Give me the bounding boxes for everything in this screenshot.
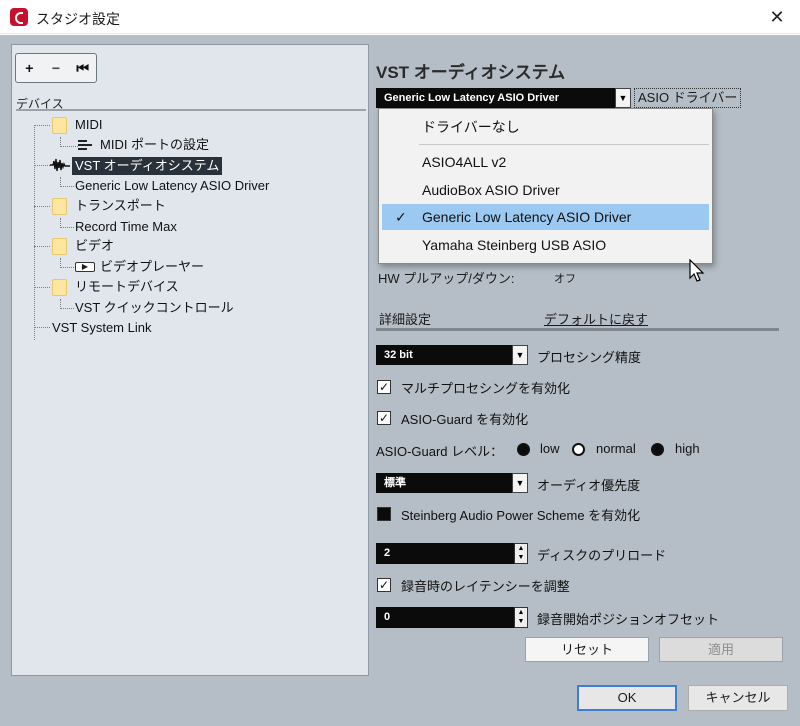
tree-connector — [34, 125, 50, 126]
dropdown-separator — [419, 144, 709, 145]
record-offset-value: 0 — [384, 611, 391, 623]
hw-pullup-label: HW プルアップ/ダウン: — [378, 271, 515, 286]
midi-port-icon — [78, 140, 94, 152]
audio-priority-value: 標準 — [384, 477, 406, 489]
asio-driver-label: ASIO ドライバー — [634, 88, 742, 108]
dropdown-option[interactable]: AudioBox ASIO Driver — [382, 177, 709, 203]
section-title: VST オーディオシステム — [376, 63, 566, 82]
tree-connector — [34, 125, 35, 340]
tree-connector — [34, 165, 50, 166]
window-title: スタジオ設定 — [36, 11, 120, 27]
record-latency-label: 録音時のレイテンシーを調整 — [401, 579, 570, 594]
chevron-down-icon[interactable]: ▼ — [512, 473, 528, 493]
tree-item-quick-control[interactable]: VST クイックコントロール — [75, 299, 234, 317]
dialog-body: + − ⏮ デバイス MIDI MIDI ポートの設定 VST オーディオシステ… — [0, 35, 800, 726]
stepper-arrows-icon[interactable]: ▲ ▼ — [514, 607, 528, 628]
tree-item-remote-devices[interactable]: リモートデバイス — [75, 278, 179, 296]
processing-precision-select[interactable]: 32 bit ▼ — [376, 345, 528, 365]
asio-guard-level-label: ASIO-Guard レベル： — [376, 444, 504, 459]
devices-divider — [16, 109, 366, 111]
record-latency-checkbox[interactable]: ✓ — [377, 578, 391, 592]
dropdown-option-label: Generic Low Latency ASIO Driver — [422, 209, 632, 225]
disk-preload-stepper[interactable]: 2 ▲ ▼ — [376, 543, 528, 564]
video-player-icon: ▶ — [75, 262, 95, 272]
dropdown-option[interactable]: ASIO4ALL v2 — [382, 149, 709, 175]
power-scheme-checkbox[interactable] — [377, 507, 391, 521]
tree-connector — [34, 327, 50, 328]
record-offset-stepper[interactable]: 0 ▲ ▼ — [376, 607, 528, 628]
multiprocessing-checkbox[interactable]: ✓ — [377, 380, 391, 394]
tree-connector — [34, 246, 50, 247]
stepper-arrows-icon[interactable]: ▲ ▼ — [514, 543, 528, 564]
disk-preload-value: 2 — [384, 547, 391, 559]
cancel-button[interactable]: キャンセル — [688, 685, 788, 711]
level-normal-radio[interactable] — [572, 443, 585, 456]
tree-connector — [60, 227, 74, 228]
multiprocessing-label: マルチプロセシングを有効化 — [401, 381, 571, 396]
record-offset-label: 録音開始ポジションオフセット — [537, 612, 720, 627]
chevron-down-icon[interactable]: ▼ — [615, 88, 631, 108]
folder-icon — [52, 198, 67, 215]
level-high-label: high — [675, 441, 700, 456]
title-bar: スタジオ設定 ✕ — [0, 0, 800, 34]
level-low-label: low — [540, 441, 560, 456]
asio-driver-value: Generic Low Latency ASIO Driver — [384, 92, 560, 104]
audio-priority-label: オーディオ優先度 — [537, 478, 641, 493]
dropdown-option[interactable]: ドライバーなし — [382, 114, 709, 140]
tree-connector — [60, 146, 78, 147]
asio-guard-checkbox[interactable]: ✓ — [377, 411, 391, 425]
processing-precision-value: 32 bit — [384, 349, 413, 361]
tree-item-system-link[interactable]: VST System Link — [52, 319, 151, 337]
cubase-app-icon — [10, 8, 28, 26]
tree-toolbar: + − ⏮ — [15, 53, 97, 83]
reset-button[interactable]: リセット — [525, 637, 649, 662]
folder-icon — [52, 117, 67, 134]
checkmark-icon: ✓ — [395, 209, 407, 225]
apply-button[interactable]: 適用 — [659, 637, 783, 662]
level-high-radio[interactable] — [651, 443, 664, 456]
level-low-radio[interactable] — [517, 443, 530, 456]
mouse-pointer-icon — [689, 259, 705, 282]
tree-item-transport[interactable]: トランスポート — [75, 197, 166, 215]
folder-icon — [52, 238, 67, 255]
tree-connector — [34, 287, 50, 288]
disk-preload-label: ディスクのプリロード — [537, 548, 667, 563]
audio-priority-select[interactable]: 標準 ▼ — [376, 473, 528, 493]
tree-connector — [60, 186, 74, 187]
asio-guard-label: ASIO-Guard を有効化 — [401, 412, 529, 427]
details-divider — [376, 328, 779, 331]
tree-connector — [60, 308, 74, 309]
reset-defaults-link[interactable]: デフォルトに戻す — [544, 309, 648, 328]
asio-driver-dropdown: ドライバーなし ASIO4ALL v2 AudioBox ASIO Driver… — [378, 108, 713, 264]
tree-item-video-player[interactable]: ビデオプレーヤー — [100, 258, 204, 276]
folder-icon — [52, 279, 67, 296]
add-device-button[interactable]: + — [16, 54, 43, 82]
hw-pullup-value: オフ — [554, 273, 576, 285]
tree-item-midi[interactable]: MIDI — [75, 116, 102, 134]
ok-button[interactable]: OK — [577, 685, 677, 711]
tree-item-vst-audio-system[interactable]: VST オーディオシステム — [72, 157, 223, 175]
tree-connector — [34, 206, 50, 207]
tree-item-midi-port[interactable]: MIDI ポートの設定 — [100, 136, 209, 154]
reset-device-button[interactable]: ⏮ — [69, 54, 96, 82]
tree-item-record-time-max[interactable]: Record Time Max — [75, 218, 177, 236]
details-label: 詳細設定 — [379, 312, 432, 327]
tree-item-generic-driver[interactable]: Generic Low Latency ASIO Driver — [75, 177, 269, 195]
close-icon[interactable]: ✕ — [764, 4, 790, 30]
dropdown-option[interactable]: Yamaha Steinberg USB ASIO — [382, 232, 709, 258]
tree-connector — [60, 267, 74, 268]
level-normal-label: normal — [596, 441, 636, 456]
asio-driver-select[interactable]: Generic Low Latency ASIO Driver ▼ — [376, 88, 631, 108]
device-tree-panel: + − ⏮ デバイス MIDI MIDI ポートの設定 VST オーディオシステ… — [11, 44, 369, 676]
processing-precision-label: プロセシング精度 — [537, 350, 642, 365]
power-scheme-label: Steinberg Audio Power Scheme を有効化 — [401, 508, 641, 523]
remove-device-button[interactable]: − — [43, 54, 70, 82]
chevron-down-icon[interactable]: ▼ — [512, 345, 528, 365]
dropdown-option-selected[interactable]: ✓ Generic Low Latency ASIO Driver — [382, 204, 709, 230]
audio-wave-icon — [50, 158, 70, 172]
tree-item-video[interactable]: ビデオ — [75, 237, 114, 255]
